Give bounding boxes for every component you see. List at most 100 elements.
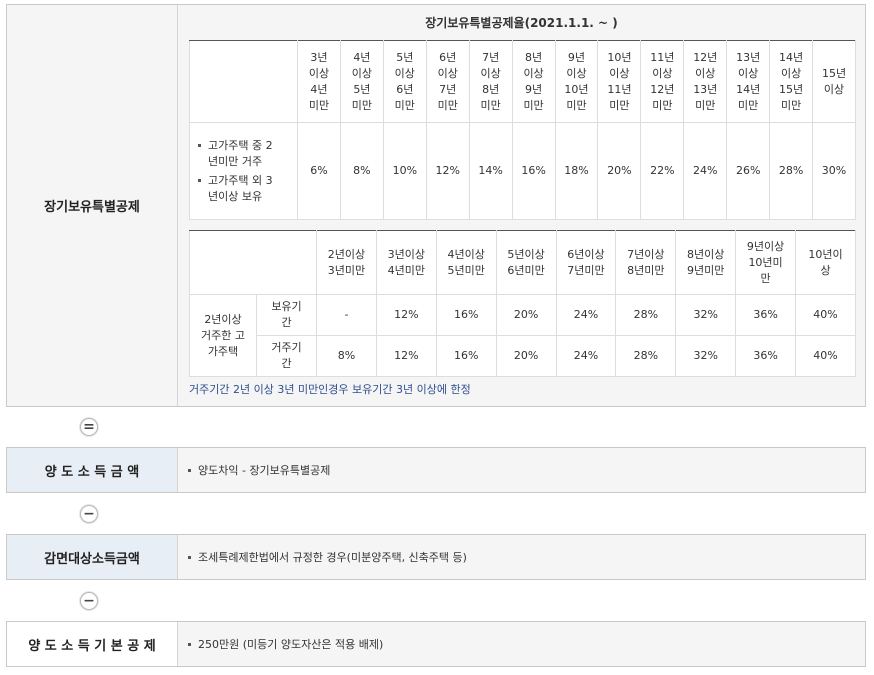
item-cell: 고가주택 중 2 년미만 거주고가주택 외 3 년이상 보유 <box>189 122 298 220</box>
period-header: 9년이상 10년미만 <box>735 230 796 295</box>
cell-text-line: 이상 <box>394 66 415 80</box>
rate-cell: 10% <box>382 122 427 220</box>
cell-text-line: 이상 <box>480 66 501 80</box>
cell-text-line: 10년 <box>607 50 632 64</box>
bullet-icon <box>188 555 191 559</box>
rate-cell: 14% <box>468 122 513 220</box>
cell-text-line: 2년이상 <box>327 247 366 261</box>
cell-text-line: 미만 <box>695 98 716 112</box>
cell-text-line: 이상 <box>652 66 673 80</box>
rate-cell: 40% <box>795 335 856 377</box>
cell-text-line: 미만 <box>609 98 630 112</box>
section-text: 조세특례제한법에서 규정한 경우(미분양주택, 신축주택 등) <box>198 551 467 564</box>
cell-text-line: 6년 <box>439 50 457 64</box>
cell-text-line: 3년미만 <box>327 263 366 277</box>
cell-text-line: 거주한 고 <box>201 328 245 342</box>
rate-cell: 24% <box>555 294 617 336</box>
cell-text-line: 12년 <box>693 50 718 64</box>
bullet-icon <box>198 143 201 147</box>
rate-table-general: 3년 이상 4년 미만 4년 이상 5년 미만 5년 이상 6년 미만 6년 이상 7년 미만 7년 이상 8년 미만… <box>189 40 856 220</box>
cell-text-line: 미만 <box>480 98 501 112</box>
minus-icon: − <box>80 592 98 610</box>
row-label-cell: 보유기 간 <box>256 294 317 336</box>
cell-text-line: 13년 <box>693 82 718 96</box>
cell-text-line: 이상 <box>351 66 372 80</box>
cell-text-line: 2년이상 <box>204 312 242 326</box>
rate-cell: 8% <box>339 122 384 220</box>
rate-cell: 20% <box>495 335 557 377</box>
bullet-icon <box>188 642 191 646</box>
basic-deduction-section: 양 도 소 득 기 본 공 제 250만원 (미등기 양도자산은 적용 배제) <box>6 621 866 667</box>
rate-cell: 18% <box>554 122 599 220</box>
cell-text-line: 9년미만 <box>687 263 725 277</box>
cell-text-line: 4년 <box>353 50 371 64</box>
cell-text-line: 미만 <box>523 98 544 112</box>
equals-icon: = <box>80 418 98 436</box>
rate-cell: 16% <box>435 294 497 336</box>
rate-cell: 16% <box>435 335 497 377</box>
rate-cell: 32% <box>675 335 737 377</box>
rate-cell: 22% <box>640 122 685 220</box>
footnote: 거주기간 2년 이상 3년 미만인경우 보유기간 3년 이상에 한정 <box>189 383 471 396</box>
cell-text-line: 8년이상 <box>687 247 725 261</box>
cell-text-line: 고가주택 외 3 <box>208 173 273 187</box>
cell-text-line: 이상 <box>308 66 330 80</box>
section-content: 조세특례제한법에서 규정한 경우(미분양주택, 신축주택 등) <box>178 535 865 579</box>
long-term-deduction-section: 장기보유특별공제 장기보유특별공제율(2021.1.1. ~ ) 3년 이상 4년 미… <box>6 4 866 407</box>
period-header: 6년이상 7년미만 <box>555 230 617 295</box>
period-header: 8년이상 9년미만 <box>511 40 556 123</box>
rate-cell: - <box>316 294 377 336</box>
cell-text-line: 이상 <box>523 66 544 80</box>
minus-icon: − <box>80 505 98 523</box>
cell-text-line: 미만 <box>308 98 330 112</box>
rate-cell: 26% <box>726 122 771 220</box>
section-content: 양도차익 - 장기보유특별공제 <box>178 448 865 492</box>
section-text: 250만원 (미등기 양도자산은 적용 배제) <box>198 638 384 651</box>
cell-text-line: 5년미만 <box>447 263 485 277</box>
cell-text-line: 11년 <box>650 50 675 64</box>
cell-text-line: 11년 <box>607 82 632 96</box>
cell-text-line: 만 <box>760 271 771 285</box>
row-label-cell: 거주기 간 <box>256 335 317 377</box>
rate-cell: 6% <box>297 122 341 220</box>
cell-text-line: 8년 <box>482 82 500 96</box>
period-header: 12년 이상 13년 미만 <box>683 40 728 123</box>
rate-cell: 40% <box>795 294 856 336</box>
cell-text-line: 14년 <box>736 82 761 96</box>
cell-text-line: 년이상 보유 <box>208 189 263 203</box>
item-text: 고가주택 외 3 년이상 보유 <box>208 173 273 205</box>
cell-text-line: 이상 <box>823 82 845 96</box>
cell-text-line: 10년 <box>564 82 589 96</box>
bullet-icon <box>198 178 201 182</box>
cell-text-line: 이상 <box>609 66 630 80</box>
period-header: 3년이상 4년미만 <box>297 40 341 123</box>
section-label: 장기보유특별공제 <box>7 5 178 406</box>
section-text: 양도차익 - 장기보유특별공제 <box>198 464 331 477</box>
period-header: 4년이상 5년미만 <box>339 40 384 123</box>
rate-cell: 12% <box>425 122 470 220</box>
period-header: 9년이상 10년미만 <box>554 40 599 123</box>
cell-text-line: 미만 <box>394 98 415 112</box>
rate-cell: 8% <box>316 335 377 377</box>
period-header: 7년이상 8년미만 <box>468 40 513 123</box>
cell-text-line: 상 <box>820 263 831 277</box>
cell-text-line: 9년 <box>567 50 586 64</box>
rate-cell: 20% <box>495 294 557 336</box>
cell-text-line: 미만 <box>738 98 759 112</box>
cell-text-line: 미만 <box>780 98 802 112</box>
item-entry: 고가주택 중 2 년미만 거주 <box>198 138 291 170</box>
rate-cell: 20% <box>597 122 642 220</box>
rate-cell: 36% <box>735 335 796 377</box>
cell-text-line: 4년미만 <box>387 263 425 277</box>
reduction-income-section: 감면대상소득금액 조세특례제한법에서 규정한 경우(미분양주택, 신축주택 등) <box>6 534 866 580</box>
rate-cell: 24% <box>555 335 617 377</box>
cell-text-line: 7년미만 <box>567 263 605 277</box>
bullet-icon <box>188 468 191 472</box>
cell-text-line: 9년이상 <box>746 239 785 253</box>
section-label: 양 도 소 득 기 본 공 제 <box>7 622 178 666</box>
cell-text-line: 이상 <box>566 66 587 80</box>
cell-text-line: 6년미만 <box>507 263 545 277</box>
period-header: 15년 이상 <box>812 40 856 123</box>
cell-text-line: 4년이상 <box>447 247 485 261</box>
cell-text-line: 5년이상 <box>507 247 545 261</box>
